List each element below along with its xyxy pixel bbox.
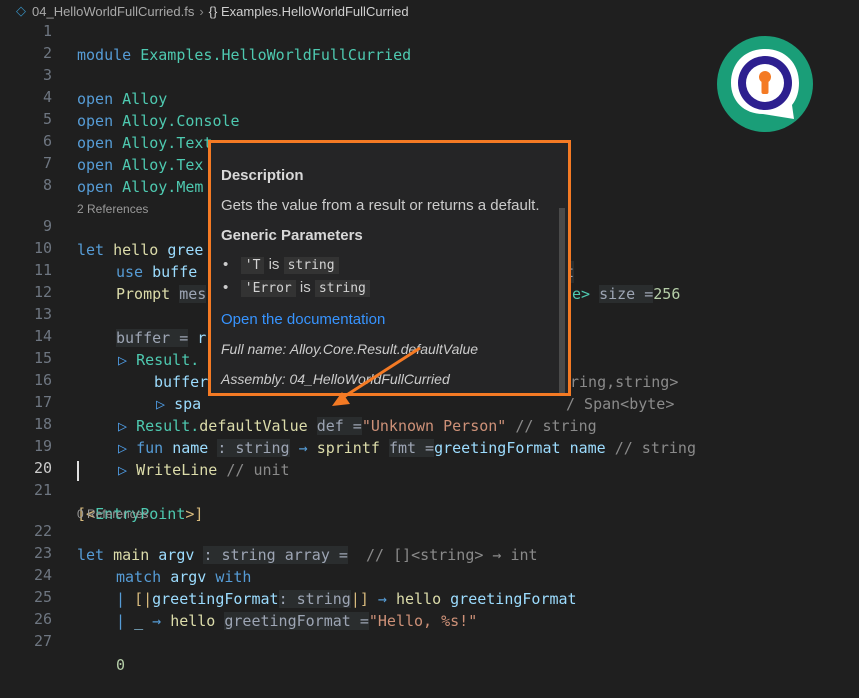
inlay-hint: greetingFormat = [224,612,369,630]
text-cursor [77,461,79,481]
keyhole-logo-icon [717,36,813,132]
arrow-operator: → [152,612,162,630]
tooltip-param-item: • 'T is string [223,256,339,274]
string-literal: "Hello, %s!" [368,612,478,630]
comment: // unit [226,461,290,479]
code-line[interactable]: let main argv : string array = // []<str… [0,522,859,564]
number-literal: 0 [116,656,126,674]
namespace: Alloy. [122,178,177,196]
code-line[interactable]: ▷ fun name : string → sprintf fmt =greet… [0,415,859,457]
number-literal: 256 [653,285,681,303]
fsharp-file-icon: ◇ [16,3,26,18]
attribute-bracket: >] [185,505,204,523]
param-type: string [314,280,370,297]
breadcrumb-symbol[interactable]: {} Examples.HelloWorldFullCurried [209,4,409,19]
module-name: Examples.HelloWorldFullCurried [140,46,412,64]
code-line[interactable]: ▷ WriteLine // unit [0,437,859,479]
code-line[interactable]: | _ → hello greetingFormat ="Hello, %s!" [0,588,859,630]
tooltip-description-heading: Description [221,167,304,184]
param-name: 'T [240,257,265,274]
keyword: open [77,178,114,196]
pipe-triangle-icon: ▷ [118,461,128,479]
open-documentation-link[interactable]: Open the documentation [221,311,385,328]
param-is: is [268,256,280,273]
pattern-bar: | [116,612,126,630]
function-name: Prompt [116,285,171,303]
inlay-hint: size = [599,285,654,303]
code-line[interactable]: 0 [0,632,859,674]
inlay-hint: mes [179,285,207,303]
code-line[interactable]: | [|greetingFormat: string|] → hello gre… [0,566,859,608]
chevron-right-icon: › [199,3,204,19]
codelens-references[interactable]: 2 References [77,200,148,218]
wildcard: _ [134,612,144,630]
param-name: 'Error [240,280,296,297]
code-line[interactable]: match argv with [0,544,859,586]
codelens-references[interactable]: 0 References [77,505,148,523]
breadcrumb: ◇ 04_HelloWorldFullCurried.fs › {} Examp… [0,0,859,22]
function-name: WriteLine [136,461,218,479]
namespace: Mem [176,178,204,196]
param-is: is [299,279,311,296]
breadcrumb-file[interactable]: 04_HelloWorldFullCurried.fs [32,4,194,19]
annotation-arrow-icon [332,346,421,406]
code-line[interactable]: [<EntryPoint>] [0,481,859,523]
function-name: hello [170,612,216,630]
tooltip-description-text: Gets the value from a result or returns … [221,197,540,214]
tooltip-generic-heading: Generic Parameters [221,227,363,244]
tooltip-param-item: • 'Error is string [223,279,370,297]
param-type: string [283,257,339,274]
keyword: module [77,46,132,64]
type-name: e> [572,285,591,303]
tooltip-scrollbar[interactable] [559,208,565,393]
